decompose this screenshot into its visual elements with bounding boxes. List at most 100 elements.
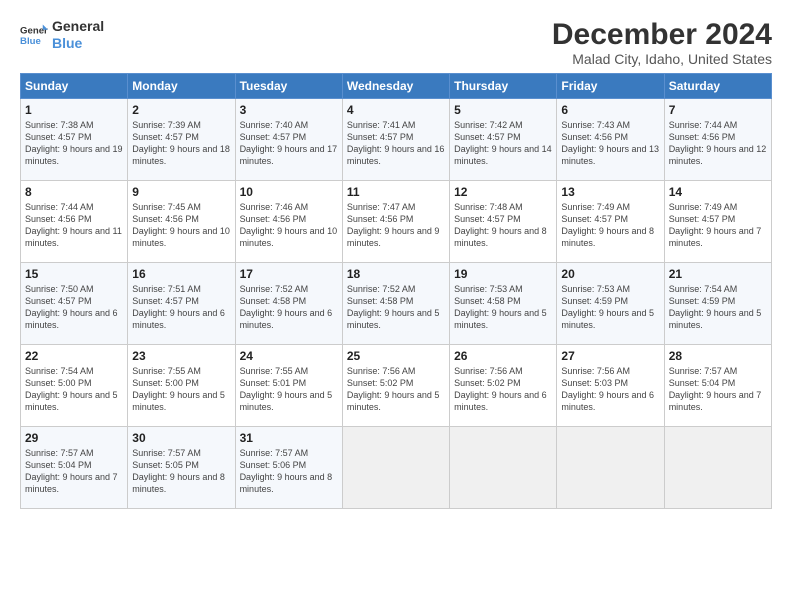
cell-text: Sunrise: 7:48 AMSunset: 4:57 PMDaylight:… (454, 202, 547, 248)
calendar-subtitle: Malad City, Idaho, United States (552, 51, 772, 67)
calendar-cell: 9Sunrise: 7:45 AMSunset: 4:56 PMDaylight… (128, 181, 235, 263)
calendar-cell: 6 Sunrise: 7:43 AMSunset: 4:56 PMDaylight… (557, 99, 664, 181)
calendar-cell: 11 Sunrise: 7:47 AMSunset: 4:56 PMDayligh… (342, 181, 449, 263)
cell-text: Sunrise: 7:42 AMSunset: 4:57 PMDaylight:… (454, 120, 552, 166)
cell-text: Sunrise: 7:56 AMSunset: 5:02 PMDaylight:… (347, 366, 440, 412)
day-number: 12 (454, 185, 552, 199)
day-number: 26 (454, 349, 552, 363)
day-number: 6 (561, 103, 659, 117)
calendar-cell: 4 Sunrise: 7:41 AMSunset: 4:57 PMDaylight… (342, 99, 449, 181)
day-number: 29 (25, 431, 123, 445)
day-number: 27 (561, 349, 659, 363)
day-number: 10 (240, 185, 338, 199)
day-number: 5 (454, 103, 552, 117)
calendar-cell: 16 Sunrise: 7:51 AMSunset: 4:57 PMDayligh… (128, 263, 235, 345)
calendar-cell: 8Sunrise: 7:44 AMSunset: 4:56 PMDaylight… (21, 181, 128, 263)
calendar-cell: 19 Sunrise: 7:53 AMSunset: 4:58 PMDayligh… (450, 263, 557, 345)
cell-text: Sunrise: 7:57 AMSunset: 5:06 PMDaylight:… (240, 448, 333, 494)
calendar-cell: 22Sunrise: 7:54 AMSunset: 5:00 PMDayligh… (21, 345, 128, 427)
header-thursday: Thursday (450, 74, 557, 99)
day-number: 20 (561, 267, 659, 281)
day-number: 2 (132, 103, 230, 117)
header-sunday: Sunday (21, 74, 128, 99)
day-number: 3 (240, 103, 338, 117)
calendar-cell: 27 Sunrise: 7:56 AMSunset: 5:03 PMDayligh… (557, 345, 664, 427)
calendar-cell: 1Sunrise: 7:38 AMSunset: 4:57 PMDaylight… (21, 99, 128, 181)
day-number: 16 (132, 267, 230, 281)
calendar-cell (342, 427, 449, 509)
calendar-cell: 29 Sunrise: 7:57 AMSunset: 5:04 PMDayligh… (21, 427, 128, 509)
header-friday: Friday (557, 74, 664, 99)
cell-text: Sunrise: 7:43 AMSunset: 4:56 PMDaylight:… (561, 120, 659, 166)
cell-text: Sunrise: 7:57 AMSunset: 5:04 PMDaylight:… (25, 448, 118, 494)
day-number: 18 (347, 267, 445, 281)
calendar-cell: 24 Sunrise: 7:55 AMSunset: 5:01 PMDayligh… (235, 345, 342, 427)
day-number: 24 (240, 349, 338, 363)
cell-text: Sunrise: 7:56 AMSunset: 5:03 PMDaylight:… (561, 366, 654, 412)
logo: General Blue General Blue (20, 18, 104, 52)
cell-text: Sunrise: 7:53 AMSunset: 4:59 PMDaylight:… (561, 284, 654, 330)
day-number: 17 (240, 267, 338, 281)
cell-text: Sunrise: 7:44 AMSunset: 4:56 PMDaylight:… (669, 120, 767, 166)
day-number: 19 (454, 267, 552, 281)
day-number: 13 (561, 185, 659, 199)
header-tuesday: Tuesday (235, 74, 342, 99)
calendar-cell: 7 Sunrise: 7:44 AMSunset: 4:56 PMDaylight… (664, 99, 771, 181)
day-number: 14 (669, 185, 767, 199)
cell-text: Sunrise: 7:49 AMSunset: 4:57 PMDaylight:… (561, 202, 654, 248)
calendar-cell (450, 427, 557, 509)
calendar-cell: 5 Sunrise: 7:42 AMSunset: 4:57 PMDaylight… (450, 99, 557, 181)
day-number: 30 (132, 431, 230, 445)
calendar-cell: 18Sunrise: 7:52 AMSunset: 4:58 PMDayligh… (342, 263, 449, 345)
calendar-cell: 2Sunrise: 7:39 AMSunset: 4:57 PMDaylight… (128, 99, 235, 181)
calendar-cell: 15 Sunrise: 7:50 AMSunset: 4:57 PMDayligh… (21, 263, 128, 345)
day-number: 8 (25, 185, 123, 199)
cell-text: Sunrise: 7:53 AMSunset: 4:58 PMDaylight:… (454, 284, 547, 330)
cell-text: Sunrise: 7:50 AMSunset: 4:57 PMDaylight:… (25, 284, 118, 330)
header-monday: Monday (128, 74, 235, 99)
day-number: 4 (347, 103, 445, 117)
day-number: 23 (132, 349, 230, 363)
calendar-cell: 21Sunrise: 7:54 AMSunset: 4:59 PMDayligh… (664, 263, 771, 345)
cell-text: Sunrise: 7:49 AMSunset: 4:57 PMDaylight:… (669, 202, 762, 248)
calendar-cell: 26 Sunrise: 7:56 AMSunset: 5:02 PMDayligh… (450, 345, 557, 427)
calendar-table: SundayMondayTuesdayWednesdayThursdayFrid… (20, 73, 772, 509)
cell-text: Sunrise: 7:57 AMSunset: 5:05 PMDaylight:… (132, 448, 225, 494)
logo-general: General (52, 18, 104, 35)
cell-text: Sunrise: 7:55 AMSunset: 5:00 PMDaylight:… (132, 366, 225, 412)
day-number: 11 (347, 185, 445, 199)
day-number: 15 (25, 267, 123, 281)
cell-text: Sunrise: 7:54 AMSunset: 5:00 PMDaylight:… (25, 366, 118, 412)
calendar-cell (557, 427, 664, 509)
svg-text:Blue: Blue (20, 36, 41, 47)
cell-text: Sunrise: 7:41 AMSunset: 4:57 PMDaylight:… (347, 120, 445, 166)
calendar-cell: 28 Sunrise: 7:57 AMSunset: 5:04 PMDayligh… (664, 345, 771, 427)
calendar-cell: 3Sunrise: 7:40 AMSunset: 4:57 PMDaylight… (235, 99, 342, 181)
day-number: 7 (669, 103, 767, 117)
cell-text: Sunrise: 7:47 AMSunset: 4:56 PMDaylight:… (347, 202, 440, 248)
cell-text: Sunrise: 7:45 AMSunset: 4:56 PMDaylight:… (132, 202, 230, 248)
calendar-cell: 17 Sunrise: 7:52 AMSunset: 4:58 PMDayligh… (235, 263, 342, 345)
day-number: 28 (669, 349, 767, 363)
logo-blue: Blue (52, 35, 104, 52)
day-number: 31 (240, 431, 338, 445)
title-area: December 2024 Malad City, Idaho, United … (552, 18, 772, 67)
cell-text: Sunrise: 7:54 AMSunset: 4:59 PMDaylight:… (669, 284, 762, 330)
header-wednesday: Wednesday (342, 74, 449, 99)
calendar-cell: 20 Sunrise: 7:53 AMSunset: 4:59 PMDayligh… (557, 263, 664, 345)
calendar-cell: 12 Sunrise: 7:48 AMSunset: 4:57 PMDayligh… (450, 181, 557, 263)
calendar-cell: 23 Sunrise: 7:55 AMSunset: 5:00 PMDayligh… (128, 345, 235, 427)
logo-icon: General Blue (20, 21, 48, 49)
cell-text: Sunrise: 7:57 AMSunset: 5:04 PMDaylight:… (669, 366, 762, 412)
calendar-title: December 2024 (552, 18, 772, 51)
day-number: 1 (25, 103, 123, 117)
cell-text: Sunrise: 7:55 AMSunset: 5:01 PMDaylight:… (240, 366, 333, 412)
calendar-cell: 14 Sunrise: 7:49 AMSunset: 4:57 PMDayligh… (664, 181, 771, 263)
day-number: 25 (347, 349, 445, 363)
cell-text: Sunrise: 7:51 AMSunset: 4:57 PMDaylight:… (132, 284, 225, 330)
header-saturday: Saturday (664, 74, 771, 99)
cell-text: Sunrise: 7:46 AMSunset: 4:56 PMDaylight:… (240, 202, 338, 248)
cell-text: Sunrise: 7:56 AMSunset: 5:02 PMDaylight:… (454, 366, 547, 412)
cell-text: Sunrise: 7:52 AMSunset: 4:58 PMDaylight:… (240, 284, 333, 330)
calendar-cell (664, 427, 771, 509)
